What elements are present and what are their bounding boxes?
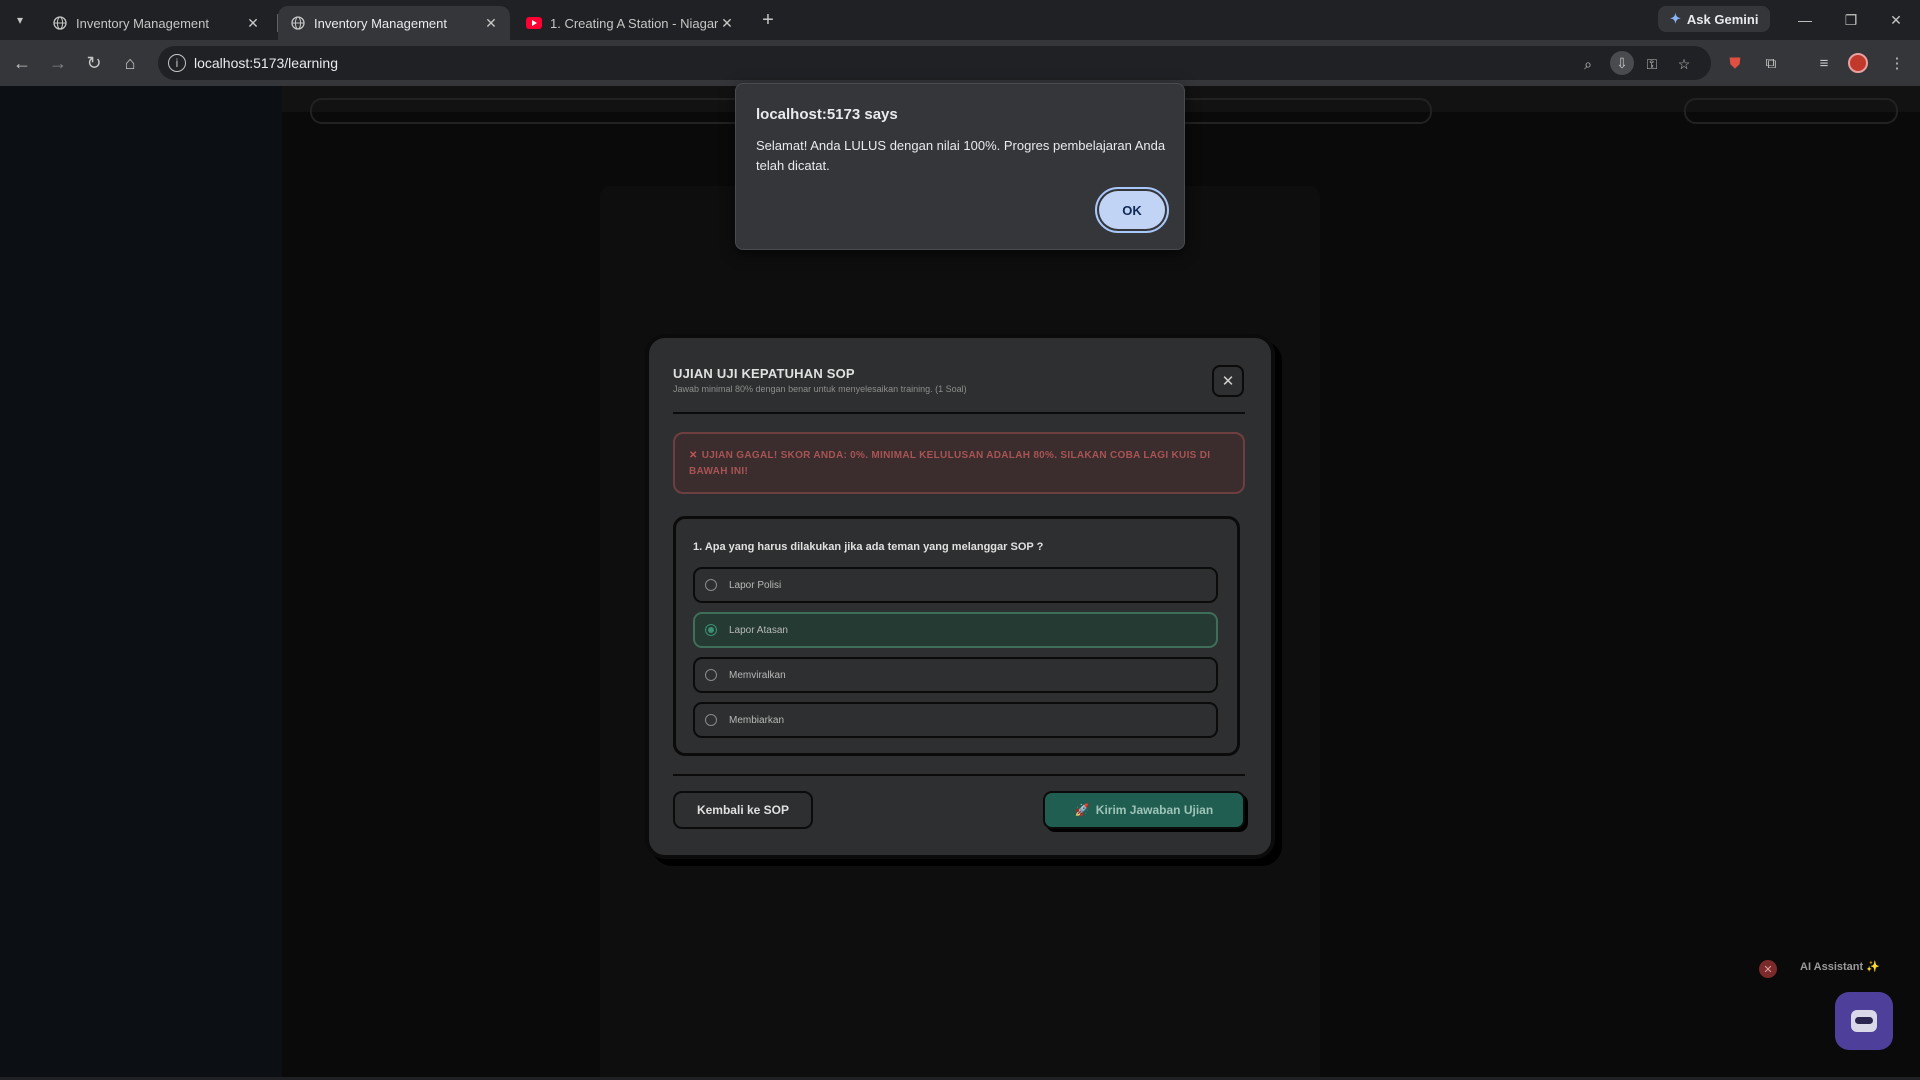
browser-toolbar: ← → ↻ ⌂ i localhost:5173/learning ⌕ ⇩ ⚿ … [0,40,1920,86]
answer-option-4[interactable]: Membiarkan [693,702,1218,738]
quiz-subtitle: Jawab minimal 80% dengan benar untuk men… [673,384,967,394]
ask-gemini-button[interactable]: ✦ Ask Gemini [1658,6,1771,32]
radio-button[interactable] [705,669,717,681]
app-sidebar [0,86,282,1080]
error-x-icon: ✕ [689,450,698,461]
extension-shield-icon[interactable]: ⛊ [1723,51,1747,75]
app-header-user [1684,98,1898,124]
tab-search-icon[interactable]: ▾ [8,8,32,32]
fail-alert-text: UJIAN GAGAL! SKOR ANDA: 0%. MINIMAL KELU… [689,450,1211,477]
assistant-dismiss-icon[interactable]: ✕ [1759,960,1777,978]
close-modal-button[interactable]: ✕ [1212,365,1244,397]
zoom-icon[interactable]: ⌕ [1578,54,1598,74]
option-label: Lapor Atasan [729,624,788,636]
option-label: Lapor Polisi [729,579,782,591]
tab-title: Inventory Management [314,15,447,31]
youtube-icon [526,15,542,31]
gemini-icon: ✦ [1670,11,1681,26]
answer-option-1[interactable]: Lapor Polisi [693,567,1218,603]
close-icon[interactable]: ✕ [718,14,736,32]
site-info-icon[interactable]: i [168,54,186,72]
submit-label: Kirim Jawaban Ujian [1095,803,1214,817]
quiz-title: UJIAN UJI KEPATUHAN SOP [673,366,855,381]
dialog-title: localhost:5173 says [756,106,898,123]
rocket-icon: 🚀 [1074,803,1090,817]
browser-tab-1[interactable]: Inventory Management ✕ [40,6,272,40]
close-icon: ✕ [1221,373,1235,390]
option-label: Memviralkan [729,669,786,681]
restore-icon[interactable]: ❐ [1839,8,1863,32]
globe-icon [290,15,306,31]
question-text: 1. Apa yang harus dilakukan jika ada tem… [693,541,1044,553]
close-icon[interactable]: ✕ [482,14,500,32]
tab-strip: ▾ Inventory Management ✕ Inventory Manag… [0,0,1920,40]
quiz-modal: UJIAN UJI KEPATUHAN SOP Jawab minimal 80… [645,334,1275,859]
browser-tab-2[interactable]: Inventory Management ✕ [278,6,510,40]
robot-icon [1851,1010,1877,1032]
home-icon[interactable]: ⌂ [118,51,142,75]
question-card: 1. Apa yang harus dilakukan jika ada tem… [673,516,1240,756]
reload-icon[interactable]: ↻ [82,51,106,75]
alert-dialog: localhost:5173 says Selamat! Anda LULUS … [735,83,1185,250]
browser-tab-3[interactable]: 1. Creating A Station - Niagara ✕ [514,6,746,40]
fail-alert: ✕ UJIAN GAGAL! SKOR ANDA: 0%. MINIMAL KEL… [673,432,1245,494]
window-close-icon[interactable]: ✕ [1884,8,1908,32]
ask-gemini-label: Ask Gemini [1686,11,1759,27]
globe-icon [52,15,68,31]
answer-option-3[interactable]: Memviralkan [693,657,1218,693]
assistant-bot-button[interactable] [1835,992,1893,1050]
assistant-label: AI Assistant ✨ [1800,961,1880,973]
radio-button[interactable] [705,714,717,726]
back-icon[interactable]: ← [10,51,34,75]
extensions-puzzle-icon[interactable]: ⧉ [1759,51,1783,75]
answer-option-2[interactable]: Lapor Atasan [693,612,1218,648]
new-tab-icon[interactable]: + [756,8,780,32]
install-app-icon[interactable]: ⇩ [1610,51,1634,75]
back-to-sop-button[interactable]: Kembali ke SOP [673,791,813,829]
forward-icon[interactable]: → [46,51,70,75]
option-label: Membiarkan [729,714,785,726]
footer-divider [673,774,1245,776]
profile-avatar[interactable] [1848,53,1868,73]
submit-exam-button[interactable]: 🚀 Kirim Jawaban Ujian [1043,791,1245,829]
media-queue-icon[interactable]: ≡ [1812,51,1836,75]
menu-kebab-icon[interactable]: ⋮ [1885,51,1909,75]
minimize-icon[interactable]: — [1793,8,1817,32]
radio-button[interactable] [705,579,717,591]
url-text[interactable]: localhost:5173/learning [194,55,338,71]
bookmark-star-icon[interactable]: ☆ [1674,54,1694,74]
address-bar[interactable]: i localhost:5173/learning ⌕ ⇩ ⚿ ☆ [158,46,1711,80]
radio-button-selected[interactable] [705,624,717,636]
close-icon[interactable]: ✕ [244,14,262,32]
tab-title: 1. Creating A Station - Niagara [550,15,718,31]
tab-title: Inventory Management [76,15,209,31]
password-key-icon[interactable]: ⚿ [1642,54,1662,74]
header-divider [673,412,1245,414]
dialog-message: Selamat! Anda LULUS dengan nilai 100%. P… [756,138,1166,173]
dialog-ok-button[interactable]: OK [1095,187,1169,233]
